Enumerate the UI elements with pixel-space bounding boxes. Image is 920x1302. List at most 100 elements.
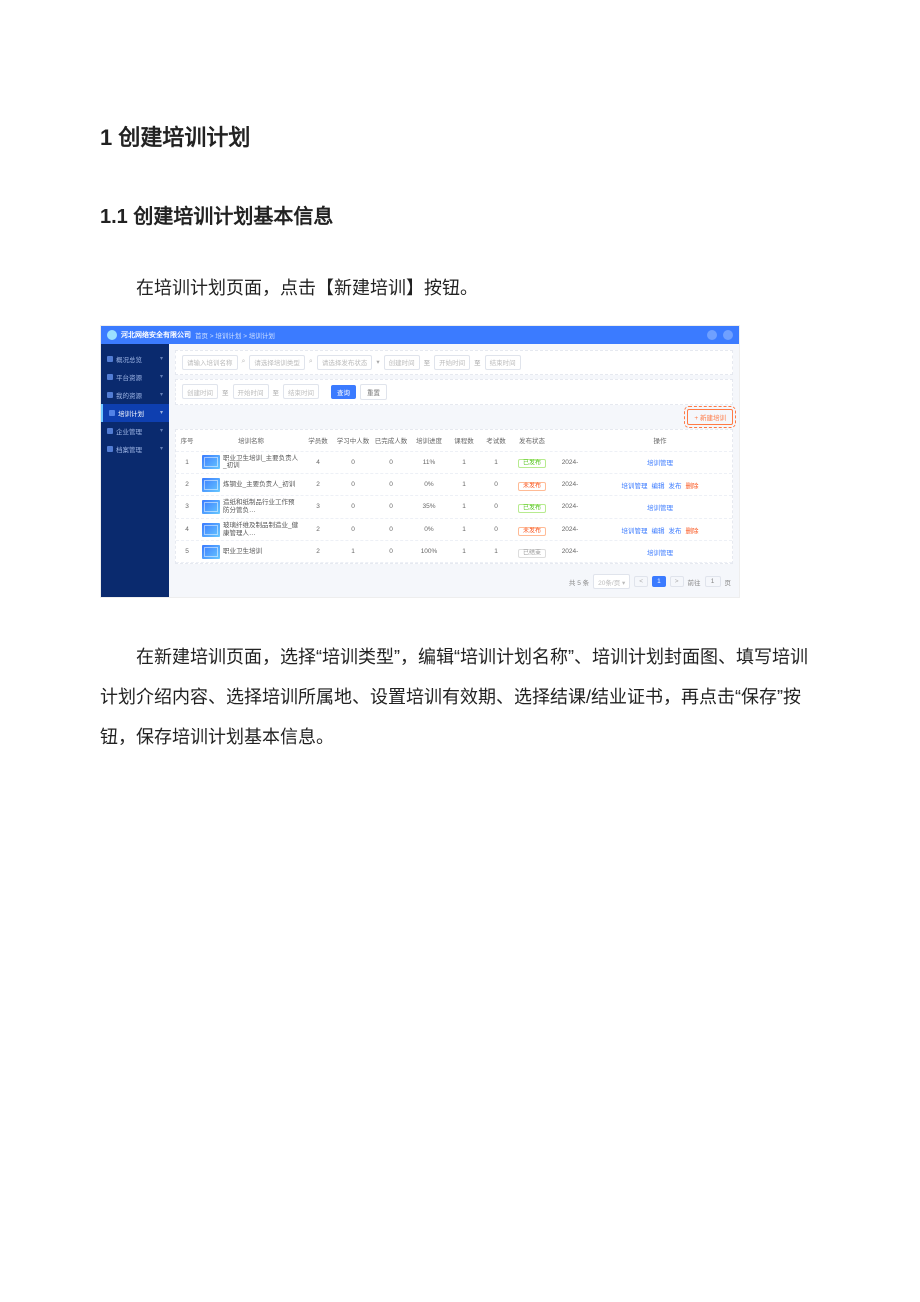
cell-exams: 1 — [480, 456, 512, 469]
op-publish[interactable]: 发布 — [669, 525, 682, 535]
sidebar-item-0[interactable]: 概况总览▾ — [101, 350, 169, 368]
pager-page-1[interactable]: 1 — [652, 576, 666, 587]
pager-size-select[interactable]: 20条/页 ▾ — [593, 574, 630, 589]
cell-progress: 35% — [410, 500, 448, 513]
search-icon: ⌕ — [242, 358, 246, 366]
cell-name: 炼钢业_主要负责人_初训 — [198, 475, 302, 495]
menu-icon — [107, 446, 113, 452]
course-thumb-icon — [202, 500, 220, 514]
table-row: 4玻璃纤维及制品制造业_健康管理人…2000%10未发布2024-培训管理编辑发… — [176, 519, 732, 542]
input-training-name[interactable]: 请输入培训名称 — [182, 355, 238, 370]
date-end-2[interactable]: 结束时间 — [283, 384, 319, 399]
cell-courses: 1 — [448, 545, 480, 558]
pagination: 共 5 条 20条/页 ▾ < 1 > 前往 1 页 — [175, 568, 733, 591]
cell-year: 2024- — [552, 478, 588, 491]
cell-status: 已结束 — [512, 544, 552, 559]
chevron-down-icon: ▾ — [160, 427, 163, 434]
user-avatar-icon[interactable] — [723, 330, 733, 340]
pager-next[interactable]: > — [670, 576, 684, 587]
cell-year: 2024- — [552, 523, 588, 536]
sidebar-item-5[interactable]: 档案管理▾ — [101, 440, 169, 458]
sidebar-item-2[interactable]: 我的资源▾ — [101, 386, 169, 404]
op-manage[interactable]: 培训管理 — [647, 547, 673, 557]
th-courses: 课程数 — [448, 432, 480, 448]
op-delete[interactable]: 删除 — [686, 525, 699, 535]
cell-learning: 0 — [334, 523, 372, 536]
cell-idx: 1 — [176, 456, 198, 469]
select-training-type[interactable]: 请选择培训类型 — [249, 355, 305, 370]
course-thumb-icon — [202, 478, 220, 492]
cell-done: 0 — [372, 456, 410, 469]
cell-learning: 0 — [334, 478, 372, 491]
th-status: 发布状态 — [512, 432, 552, 448]
op-manage[interactable]: 培训管理 — [622, 480, 648, 490]
menu-icon — [107, 392, 113, 398]
filter-bar-row1: 请输入培训名称 ⌕ 请选择培训类型 ⌕ 请选择发布状态 ▾ 创建时间 至 开始时… — [175, 350, 733, 375]
chevron-down-icon: ▾ — [376, 358, 379, 366]
pager-total: 共 5 条 — [569, 577, 589, 587]
menu-icon — [109, 410, 115, 416]
app-topbar: 河北网络安全有限公司 首页 > 培训计划 > 培训计划 — [101, 326, 739, 344]
cell-members: 2 — [302, 523, 334, 536]
cell-courses: 1 — [448, 478, 480, 491]
op-edit[interactable]: 编辑 — [652, 525, 665, 535]
app-brand: 河北网络安全有限公司 — [121, 330, 191, 340]
sidebar-item-3[interactable]: 培训计划▾ — [101, 404, 169, 422]
cell-status: 未发布 — [512, 522, 552, 537]
cell-ops: 培训管理 — [588, 454, 732, 470]
new-training-button[interactable]: + 新建培训 — [687, 409, 733, 425]
cell-idx: 5 — [176, 545, 198, 558]
download-icon[interactable] — [707, 330, 717, 340]
cell-year: 2024- — [552, 456, 588, 469]
menu-icon — [107, 428, 113, 434]
cell-exams: 1 — [480, 545, 512, 558]
op-delete[interactable]: 删除 — [686, 480, 699, 490]
menu-icon — [107, 356, 113, 362]
cell-members: 2 — [302, 545, 334, 558]
op-manage[interactable]: 培训管理 — [647, 457, 673, 467]
cell-status: 已发布 — [512, 499, 552, 514]
pager-page-suffix: 页 — [725, 577, 732, 587]
search-button[interactable]: 查询 — [331, 385, 356, 399]
cell-members: 3 — [302, 500, 334, 513]
th-learning: 学习中人数 — [334, 432, 372, 448]
app-logo-icon — [107, 330, 117, 340]
training-table: 序号 培训名称 学员数 学习中人数 已完成人数 培训进度 课程数 考试数 发布状… — [175, 429, 733, 565]
label-to: 至 — [273, 387, 280, 397]
cell-name: 职业卫生培训 — [198, 542, 302, 562]
cell-members: 4 — [302, 456, 334, 469]
op-edit[interactable]: 编辑 — [652, 480, 665, 490]
pager-goto-input[interactable]: 1 — [705, 576, 721, 587]
sidebar-item-1[interactable]: 平台资源▾ — [101, 368, 169, 386]
cell-exams: 0 — [480, 523, 512, 536]
op-publish[interactable]: 发布 — [669, 480, 682, 490]
date-start[interactable]: 开始时间 — [434, 355, 470, 370]
cell-status: 未发布 — [512, 477, 552, 492]
table-row: 3造纸和纸制品行业工作预防分管负…30035%10已发布2024-培训管理 — [176, 496, 732, 519]
sidebar-item-4[interactable]: 企业管理▾ — [101, 422, 169, 440]
date-end[interactable]: 结束时间 — [485, 355, 521, 370]
cell-exams: 0 — [480, 500, 512, 513]
cell-idx: 2 — [176, 478, 198, 491]
cell-name: 玻璃纤维及制品制造业_健康管理人… — [198, 519, 302, 541]
table-row: 5职业卫生培训210100%11已结束2024-培训管理 — [176, 541, 732, 563]
reset-button[interactable]: 重置 — [360, 384, 387, 400]
pager-prev[interactable]: < — [634, 576, 648, 587]
chevron-down-icon: ▾ — [160, 409, 163, 416]
op-manage[interactable]: 培训管理 — [622, 525, 648, 535]
date-start-2[interactable]: 开始时间 — [233, 384, 269, 399]
app-screenshot: 河北网络安全有限公司 首页 > 培训计划 > 培训计划 概况总览▾平台资源▾我的… — [100, 325, 740, 599]
date-create[interactable]: 创建时间 — [384, 355, 420, 370]
cell-ops: 培训管理 — [588, 544, 732, 560]
table-row: 1职业卫生培训_主要负责人_初训40011%11已发布2024-培训管理 — [176, 452, 732, 475]
label-to: 至 — [474, 357, 481, 367]
course-thumb-icon — [202, 523, 220, 537]
cell-ops: 培训管理编辑发布删除 — [588, 477, 732, 493]
op-manage[interactable]: 培训管理 — [647, 502, 673, 512]
chevron-down-icon: ▾ — [160, 445, 163, 452]
chevron-down-icon: ▾ — [160, 391, 163, 398]
cell-done: 0 — [372, 523, 410, 536]
chevron-down-icon: ▾ — [160, 355, 163, 362]
select-publish-status[interactable]: 请选择发布状态 — [317, 355, 373, 370]
date-create-2[interactable]: 创建时间 — [182, 384, 218, 399]
